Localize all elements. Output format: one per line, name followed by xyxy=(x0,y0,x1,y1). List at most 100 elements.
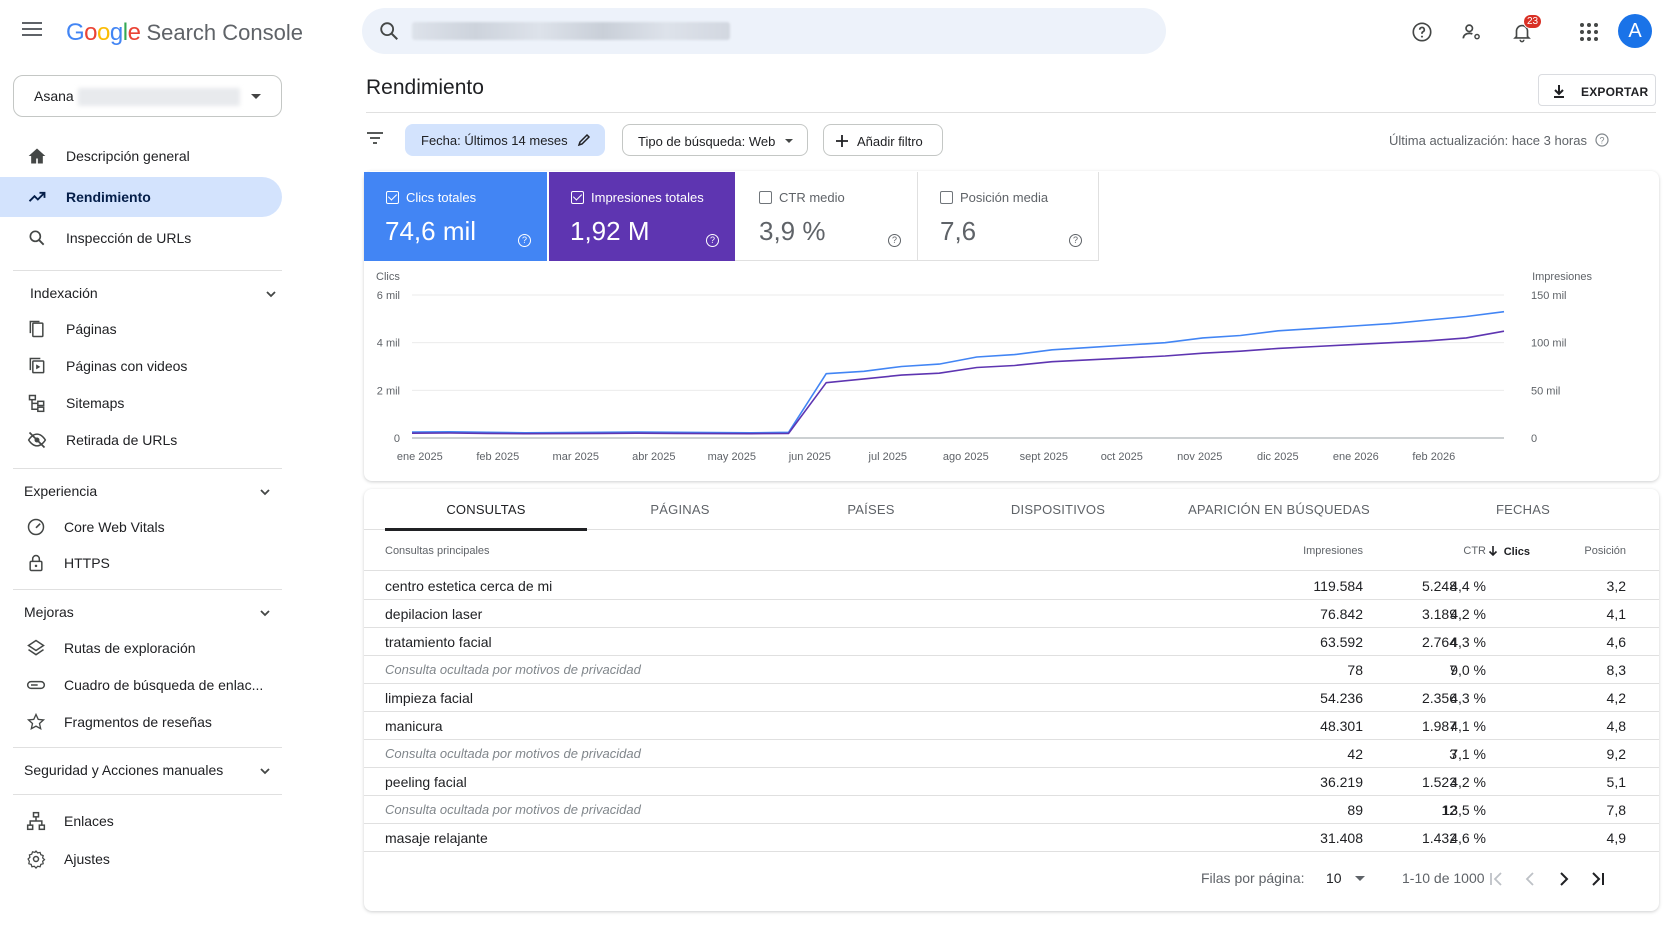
metric-value: 7,6 xyxy=(940,216,977,246)
tab-dates[interactable]: FECHAS xyxy=(1411,489,1635,530)
sidebar-item-overview[interactable]: Descripción general xyxy=(0,136,282,176)
help-icon[interactable] xyxy=(1408,18,1436,46)
sidebar-item-sitemaps[interactable]: Sitemaps xyxy=(0,383,282,423)
x-tick: dic 2025 xyxy=(1257,451,1299,463)
date-filter-chip[interactable]: Fecha: Últimos 14 meses xyxy=(405,124,605,156)
x-tick: jul 2025 xyxy=(868,451,908,463)
section-enhancements[interactable]: Mejoras xyxy=(24,597,282,627)
last-page-icon[interactable] xyxy=(1586,867,1610,891)
table-row[interactable]: centro estetica cerca de mi 5.248 119.584 4… xyxy=(364,572,1659,600)
search-input[interactable] xyxy=(362,8,1166,54)
col-impressions-header[interactable]: Impresiones xyxy=(1303,545,1363,557)
export-button[interactable]: EXPORTAR xyxy=(1538,74,1656,106)
sidebar-item-core-web-vitals[interactable]: Core Web Vitals xyxy=(0,507,282,547)
notifications-icon[interactable]: 23 xyxy=(1508,14,1543,46)
query-cell: limpieza facial xyxy=(385,690,473,706)
metric-label: Clics totales xyxy=(406,190,477,205)
tab-pages[interactable]: PÁGINAS xyxy=(587,489,773,530)
query-cell: depilacion laser xyxy=(385,606,483,622)
query-cell: Consulta ocultada por motivos de privaci… xyxy=(385,746,641,761)
sidebar-item-label: Rendimiento xyxy=(66,189,151,205)
redacted-property xyxy=(78,88,240,106)
help-icon[interactable]: ? xyxy=(1595,133,1609,147)
query-cell: masaje relajante xyxy=(385,830,488,846)
tab-countries[interactable]: PAÍSES xyxy=(773,489,969,530)
sidebar-divider xyxy=(13,589,282,590)
tab-devices[interactable]: DISPOSITIVOS xyxy=(969,489,1147,530)
col-clicks-label: Clics xyxy=(1503,546,1530,558)
position-cell: 4,6 xyxy=(1606,634,1626,650)
help-icon[interactable]: ? xyxy=(888,234,901,247)
col-position-header[interactable]: Posición xyxy=(1584,545,1626,557)
x-tick: may 2025 xyxy=(708,451,756,463)
section-indexing[interactable]: Indexación xyxy=(30,278,288,308)
x-tick: ene 2026 xyxy=(1333,451,1379,463)
table-row[interactable]: masaje relajante 1.432 31.408 4,6 % 4,9 xyxy=(364,824,1659,852)
ctr-cell: 7,1 % xyxy=(1450,746,1486,762)
sidebar-item-video-pages[interactable]: Páginas con videos xyxy=(0,346,282,386)
checkbox-unchecked-icon xyxy=(759,191,772,204)
table-row[interactable]: Consulta ocultada por motivos de privaci… xyxy=(364,740,1659,768)
search-type-filter-chip[interactable]: Tipo de búsqueda: Web xyxy=(622,124,808,156)
sidebar-item-pages[interactable]: Páginas xyxy=(0,309,282,349)
ctr-cell: 13,5 % xyxy=(1442,802,1486,818)
chevron-down-icon[interactable] xyxy=(1355,876,1365,881)
sidebar-item-url-removals[interactable]: Retirada de URLs xyxy=(0,420,282,460)
metric-total-clicks[interactable]: Clics totales 74,6 mil ? xyxy=(364,172,547,261)
video-pages-icon xyxy=(29,357,45,374)
section-security-manual-actions[interactable]: Seguridad y Acciones manuales xyxy=(24,755,282,785)
sidebar-item-https[interactable]: HTTPS xyxy=(0,543,282,583)
metric-average-ctr[interactable]: CTR medio 3,9 % ? xyxy=(735,172,918,261)
arrow-down-icon xyxy=(1488,546,1497,557)
position-cell: 5,1 xyxy=(1606,774,1626,790)
first-page-icon[interactable] xyxy=(1484,867,1508,891)
metric-value: 74,6 mil xyxy=(385,216,477,246)
help-icon[interactable]: ? xyxy=(1069,234,1082,247)
property-selector[interactable]: Asana xyxy=(13,75,282,117)
sidebar-item-sitelinks-searchbox[interactable]: Cuadro de búsqueda de enlac... xyxy=(0,665,282,705)
logo[interactable]: Google Search Console xyxy=(66,19,303,47)
filter-icon[interactable] xyxy=(366,131,384,145)
sidebar-item-performance[interactable]: Rendimiento xyxy=(0,177,282,217)
metric-total-impressions[interactable]: Impresiones totales 1,92 M ? xyxy=(549,172,735,261)
table-row[interactable]: Consulta ocultada por motivos de privaci… xyxy=(364,796,1659,824)
tab-queries[interactable]: CONSULTAS xyxy=(385,489,587,531)
metric-value: 1,92 M xyxy=(570,216,650,246)
position-cell: 4,1 xyxy=(1606,606,1626,622)
table-row[interactable]: peeling facial 1.523 36.219 4,2 % 5,1 xyxy=(364,768,1659,796)
sidebar-item-links[interactable]: Enlaces xyxy=(0,801,282,841)
next-page-icon[interactable] xyxy=(1552,867,1576,891)
trending-icon xyxy=(28,191,46,202)
col-ctr-header[interactable]: CTR xyxy=(1463,545,1486,557)
y-axis-left-label: Clics xyxy=(376,271,400,283)
app: Google Search Console 23 A Asana Descripc… xyxy=(0,0,1672,941)
table-row[interactable]: Consulta ocultada por motivos de privaci… xyxy=(364,656,1659,684)
sidebar-item-settings[interactable]: Ajustes xyxy=(0,839,282,879)
y-axis-right-label: Impresiones xyxy=(1532,271,1592,283)
tab-search-appearance[interactable]: APARICIÓN EN BÚSQUEDAS xyxy=(1147,489,1411,530)
table-row[interactable]: manicura 1.987 48.301 4,1 % 4,8 xyxy=(364,712,1659,740)
apps-grid-icon[interactable] xyxy=(1575,18,1603,46)
col-clicks-header[interactable]: Clics xyxy=(1488,545,1530,558)
add-filter-button[interactable]: Añadir filtro xyxy=(823,124,943,156)
col-query-header[interactable]: Consultas principales xyxy=(385,545,490,557)
chevron-down-icon xyxy=(266,291,276,298)
position-cell: 4,9 xyxy=(1606,830,1626,846)
table-row[interactable]: depilacion laser 3.189 76.842 4,2 % 4,1 xyxy=(364,600,1659,628)
impressions-cell: 78 xyxy=(1347,662,1363,678)
avatar[interactable]: A xyxy=(1618,14,1652,48)
manage-users-icon[interactable] xyxy=(1458,18,1486,46)
metric-average-position[interactable]: Posición media 7,6 ? xyxy=(916,172,1099,261)
sidebar-item-url-inspection[interactable]: Inspección de URLs xyxy=(0,218,282,258)
impressions-cell: 54.236 xyxy=(1320,690,1363,706)
sidebar-item-review-snippets[interactable]: Fragmentos de reseñas xyxy=(0,702,282,742)
help-icon[interactable]: ? xyxy=(518,234,531,247)
sidebar-item-breadcrumbs[interactable]: Rutas de exploración xyxy=(0,628,282,668)
table-row[interactable]: limpieza facial 2.356 54.236 4,3 % 4,2 xyxy=(364,684,1659,712)
prev-page-icon[interactable] xyxy=(1518,867,1542,891)
help-icon[interactable]: ? xyxy=(706,234,719,247)
section-experience[interactable]: Experiencia xyxy=(24,476,282,506)
rows-per-page-select[interactable]: 10 xyxy=(1326,870,1342,886)
table-row[interactable]: tratamiento facial 2.764 63.592 4,3 % 4,6 xyxy=(364,628,1659,656)
menu-icon[interactable] xyxy=(18,18,46,46)
